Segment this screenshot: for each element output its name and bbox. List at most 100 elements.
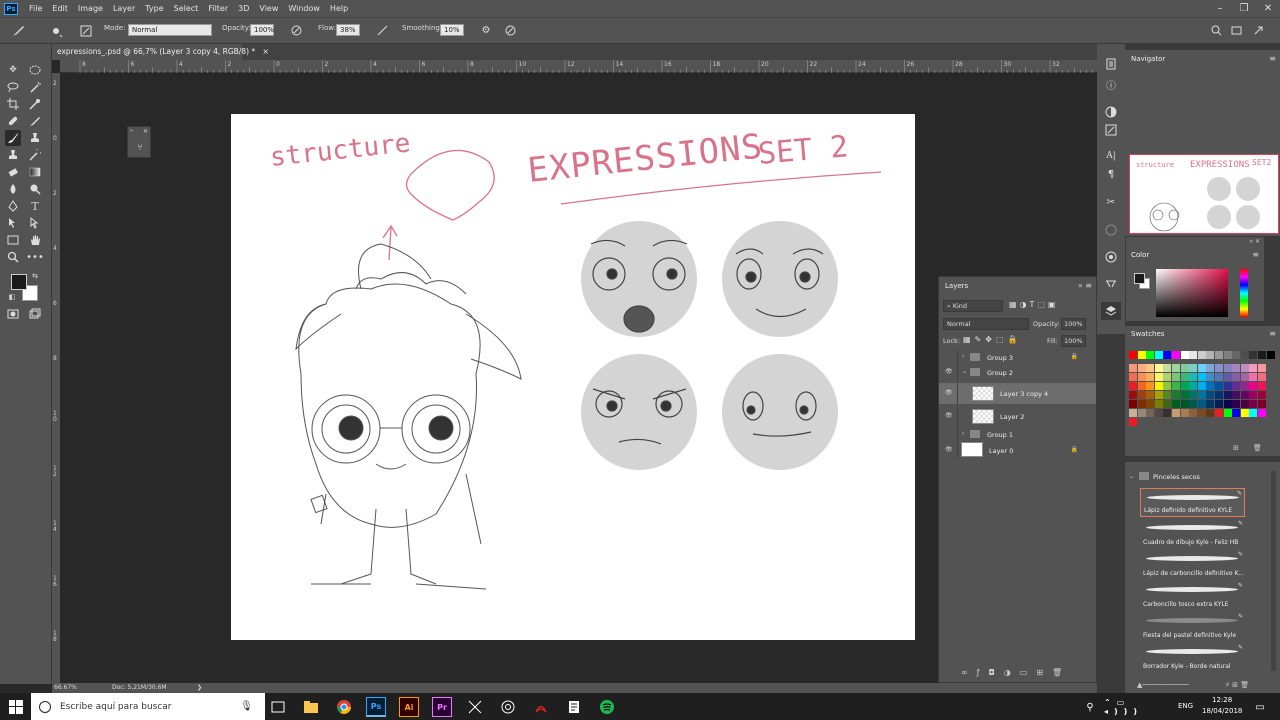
swatch[interactable] [1189,409,1198,417]
swatch[interactable] [1240,373,1249,381]
swatch[interactable] [1197,409,1206,417]
document-tab-close-icon[interactable]: × [263,47,269,56]
swatch[interactable] [1172,400,1180,408]
swatch[interactable] [1146,373,1155,381]
swatch[interactable] [1154,400,1163,408]
swatch[interactable] [1215,400,1223,408]
swatch[interactable] [1232,409,1241,417]
swatch[interactable] [1180,409,1189,417]
swatch[interactable] [1137,373,1146,381]
path-selection-tool-icon[interactable] [5,215,21,231]
layer-row[interactable]: › Group 1 [939,427,1096,442]
swatch[interactable] [1197,351,1206,359]
layer-row[interactable]: 👁 Layer 2 [939,406,1096,427]
system-tray-icons[interactable]: ⌃▭ ◂))) [1104,697,1174,717]
airbrush-icon[interactable] [376,24,388,36]
swatch[interactable] [1240,409,1249,417]
swatch[interactable] [1206,409,1215,417]
menu-type[interactable]: Type [140,4,168,13]
brush-tool-icon[interactable] [5,130,21,146]
mini-panel-collapse-icon[interactable]: » [130,128,133,134]
swatch[interactable] [1215,391,1223,399]
swatch[interactable] [1154,351,1163,359]
swatch[interactable] [1223,382,1232,390]
rectangle-tool-icon[interactable] [5,232,21,248]
swatch[interactable] [1215,382,1223,390]
taskbar-search-box[interactable]: Escribe aquí para buscar 🎙 [31,693,265,720]
acrobat-icon[interactable] [531,697,551,717]
camera-app-icon[interactable] [498,697,518,717]
paragraph-icon[interactable]: ¶ [1103,166,1119,182]
flow-input[interactable]: 38% [336,24,360,36]
swatches-menu-icon[interactable]: ≡ [1269,329,1276,338]
layer-opacity-input[interactable]: 100% [1061,318,1086,330]
maximize-icon[interactable]: ❐ [1232,0,1256,17]
swatch[interactable] [1240,400,1249,408]
swatch[interactable] [1180,364,1189,372]
brush-preset-picker-icon[interactable] [48,23,64,39]
stamp-tool-icon[interactable] [5,147,21,163]
swatch[interactable] [1258,364,1266,372]
swatch[interactable] [1154,409,1163,417]
swatch[interactable] [1129,409,1137,417]
brush-preset-item[interactable]: ✎ Carboncillo tosco extra KYLE [1140,581,1245,610]
smoothing-options-gear-icon[interactable]: ⚙ [480,24,492,36]
swatch[interactable] [1163,391,1172,399]
swatch[interactable] [1163,351,1172,359]
mini-panel-close-icon[interactable]: ✕ [143,128,148,135]
menu-window[interactable]: Window [283,4,325,13]
menu-layer[interactable]: Layer [108,4,140,13]
swatch[interactable] [1249,382,1258,390]
swatch[interactable] [1197,400,1206,408]
swatch[interactable] [1180,382,1189,390]
swatch[interactable] [1197,391,1206,399]
spotify-icon[interactable] [597,697,617,717]
group-chevron-icon[interactable]: › [962,430,964,437]
swatch[interactable] [1154,391,1163,399]
delete-swatch-icon[interactable]: 🗑 [1253,444,1262,452]
layer-row[interactable]: 👁 ⌄ Group 2 [939,365,1096,380]
menu-help[interactable]: Help [325,4,353,13]
paths-icon[interactable] [1103,276,1119,292]
swatch[interactable] [1129,418,1137,426]
pencil-tool-icon[interactable] [27,113,43,129]
photoshop-taskbar-icon[interactable]: Ps [366,697,386,717]
brush-preset-item[interactable]: ✎ Lápiz de carboncillo definitivo K... [1140,550,1245,579]
swatch[interactable] [1206,351,1215,359]
swatch[interactable] [1163,382,1172,390]
swatch[interactable] [1197,373,1206,381]
swatch[interactable] [1232,400,1241,408]
swatch[interactable] [1146,351,1155,359]
swatch[interactable] [1163,364,1172,372]
swatch[interactable] [1172,391,1180,399]
blend-mode-select[interactable]: Normal [943,318,1029,330]
direct-selection-tool-icon[interactable] [27,215,43,231]
swatch[interactable] [1249,373,1258,381]
default-colors-icon[interactable]: ◧ [7,292,17,302]
swatch[interactable] [1129,351,1137,359]
crop-tool-icon[interactable] [5,96,21,112]
clone-source-icon[interactable] [1103,222,1119,238]
swatch[interactable] [1137,409,1146,417]
file-explorer-icon[interactable] [301,697,321,717]
character-icon[interactable]: A| [1103,148,1119,164]
history-brush-tool-icon[interactable] [27,147,43,163]
brush-tool-icon[interactable] [10,23,26,39]
brush-group-chevron-icon[interactable]: ⌄ [1129,473,1134,480]
menu-file[interactable]: File [24,4,47,13]
swatch[interactable] [1223,373,1232,381]
swatch[interactable] [1206,382,1215,390]
language-indicator[interactable]: ENG [1178,702,1193,710]
swatch[interactable] [1206,400,1215,408]
paint-app-icon[interactable] [465,697,485,717]
gradient-tool-icon[interactable] [27,164,43,180]
brush-preset-item[interactable]: ✎ Borrador Kyle - Borde natural [1140,643,1245,672]
lasso-tool-icon[interactable] [5,79,21,95]
swatch[interactable] [1232,364,1241,372]
swatch[interactable] [1172,373,1180,381]
swatch[interactable] [1172,351,1180,359]
info-icon[interactable]: ⓘ [1103,76,1119,92]
layers-menu-icon[interactable]: » ≡ [1078,281,1092,290]
swatch[interactable] [1223,391,1232,399]
swatch[interactable] [1189,391,1198,399]
